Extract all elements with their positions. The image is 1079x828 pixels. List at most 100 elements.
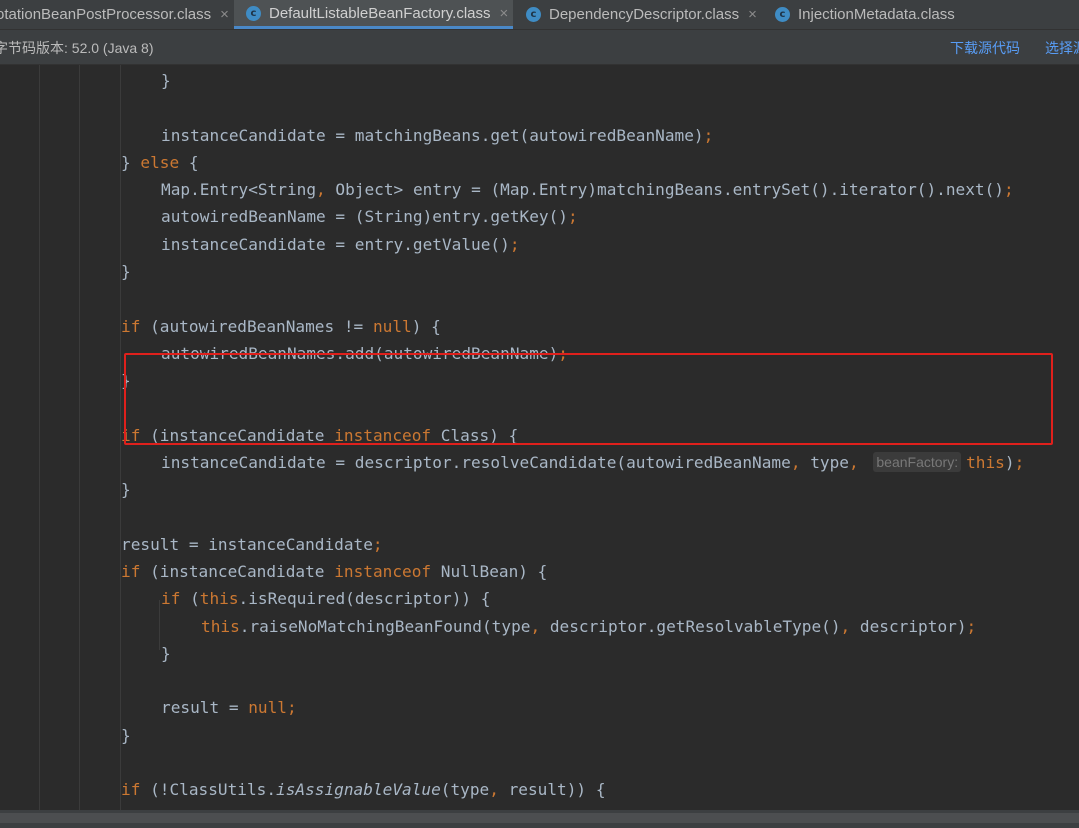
code-token: if bbox=[121, 780, 141, 800]
editor-tab-bar: otationBeanPostProcessor.class × c Defau… bbox=[0, 0, 1079, 30]
indent-guide bbox=[79, 65, 80, 810]
code-token: } bbox=[121, 480, 131, 500]
code-line: autowiredBeanName = (String)entry.getKey… bbox=[161, 203, 578, 230]
code-token: descriptor.getResolvableType() bbox=[540, 616, 841, 636]
code-token: .raiseNoMatchingBeanFound(type bbox=[239, 616, 531, 636]
code-token: ; bbox=[966, 616, 977, 636]
code-token: this bbox=[199, 589, 239, 609]
code-token: type bbox=[800, 452, 849, 472]
code-token: instanceof bbox=[334, 562, 432, 582]
tab-default-listable-bean-factory[interactable]: c DefaultListableBeanFactory.class × bbox=[234, 0, 513, 29]
code-token: , bbox=[530, 616, 541, 636]
code-token: } bbox=[161, 71, 171, 90]
class-file-icon: c bbox=[775, 7, 790, 22]
code-token: null bbox=[372, 316, 412, 336]
code-token: if bbox=[161, 589, 181, 609]
close-icon[interactable]: × bbox=[748, 6, 757, 23]
code-token: autowiredBeanName = (String)entry.getKey… bbox=[161, 207, 568, 227]
code-token: instanceCandidate = matchingBeans.get(au… bbox=[161, 125, 704, 145]
code-token: .isRequired(descriptor)) { bbox=[238, 589, 491, 609]
tab-injection-metadata[interactable]: c InjectionMetadata.class bbox=[765, 0, 986, 29]
code-token: this bbox=[201, 616, 240, 636]
code-token: result = bbox=[161, 698, 249, 718]
close-icon[interactable]: × bbox=[220, 6, 229, 23]
code-token: result)) { bbox=[498, 780, 606, 800]
code-token: (type bbox=[440, 780, 490, 800]
code-line: if (instanceCandidate instanceof NullBea… bbox=[121, 558, 547, 585]
code-token: } bbox=[121, 152, 141, 172]
code-token: else bbox=[140, 152, 180, 172]
scrollbar-thumb[interactable] bbox=[0, 813, 1079, 823]
code-line: instanceCandidate = matchingBeans.get(au… bbox=[161, 122, 713, 149]
code-token: ; bbox=[372, 534, 383, 554]
indent-guide bbox=[159, 600, 160, 650]
code-token: ) bbox=[1004, 452, 1015, 472]
code-token: descriptor) bbox=[850, 616, 967, 636]
tab-label: otationBeanPostProcessor.class bbox=[0, 6, 212, 23]
highlight-annotation-box bbox=[124, 353, 1053, 445]
code-line: result = instanceCandidate; bbox=[121, 531, 383, 558]
code-token: } bbox=[161, 643, 171, 663]
code-token: (!ClassUtils. bbox=[140, 780, 277, 800]
download-sources-link[interactable]: 下载源代码 bbox=[950, 38, 1020, 58]
code-token: , bbox=[790, 452, 801, 472]
horizontal-scrollbar[interactable] bbox=[0, 810, 1079, 828]
class-file-icon: c bbox=[246, 5, 261, 21]
code-token: } bbox=[121, 725, 131, 745]
tab-dependency-descriptor[interactable]: c DependencyDescriptor.class × bbox=[514, 0, 764, 29]
tab-label: InjectionMetadata.class bbox=[798, 6, 955, 23]
code-token: , bbox=[316, 180, 326, 200]
code-token: ; bbox=[1003, 180, 1014, 200]
code-token: , bbox=[840, 616, 851, 636]
code-token: isAssignableValue bbox=[276, 780, 441, 800]
class-file-icon: c bbox=[526, 7, 541, 22]
tab-label: DependencyDescriptor.class bbox=[549, 6, 740, 23]
choose-sources-link[interactable]: 选择源 bbox=[1045, 38, 1079, 58]
code-token: null bbox=[248, 698, 287, 718]
code-line: this.raiseNoMatchingBeanFound(type, desc… bbox=[201, 613, 976, 640]
code-token: ) { bbox=[411, 316, 441, 336]
code-token: ; bbox=[509, 234, 520, 254]
code-token: (autowiredBeanNames != bbox=[140, 316, 373, 336]
indent-guide bbox=[39, 65, 40, 810]
code-line: } bbox=[121, 722, 131, 749]
code-token: instanceCandidate = entry.getValue() bbox=[161, 234, 510, 254]
code-line: if (autowiredBeanNames != null) { bbox=[121, 313, 441, 340]
decompiled-class-info-bar: 字节码版本: 52.0 (Java 8) 下载源代码 选择源 bbox=[0, 30, 1079, 65]
code-token: if bbox=[121, 316, 141, 336]
code-token: ( bbox=[180, 589, 200, 609]
code-line: result = null; bbox=[161, 694, 297, 721]
parameter-hint: beanFactory: bbox=[873, 451, 962, 472]
code-token: , bbox=[489, 780, 499, 800]
code-token: this bbox=[966, 452, 1005, 472]
close-icon[interactable]: × bbox=[500, 5, 509, 22]
code-line: instanceCandidate = descriptor.resolveCa… bbox=[161, 449, 1024, 476]
code-token: ; bbox=[567, 207, 578, 227]
code-line: } bbox=[121, 258, 131, 285]
code-line: Map.Entry<String, Object> entry = (Map.E… bbox=[161, 176, 1014, 203]
code-token: result = instanceCandidate bbox=[121, 534, 373, 554]
code-line: if (this.isRequired(descriptor)) { bbox=[161, 585, 490, 612]
code-token: (instanceCandidate bbox=[140, 562, 335, 582]
code-token: { bbox=[179, 152, 199, 172]
code-token: ; bbox=[286, 698, 297, 718]
code-line: } else { bbox=[121, 149, 199, 176]
code-token: ; bbox=[703, 125, 714, 145]
code-line: } bbox=[161, 67, 171, 94]
code-token: instanceCandidate = descriptor.resolveCa… bbox=[161, 452, 791, 472]
tab-label: DefaultListableBeanFactory.class bbox=[269, 4, 491, 22]
code-token: Object> entry = (Map.Entry)matchingBeans… bbox=[325, 180, 1004, 200]
code-line: } bbox=[121, 476, 131, 503]
code-line: if (!ClassUtils.isAssignableValue(type, … bbox=[121, 776, 606, 803]
code-token: } bbox=[121, 261, 131, 281]
code-line: instanceCandidate = entry.getValue(); bbox=[161, 231, 520, 258]
code-token: , bbox=[848, 452, 859, 472]
code-token: ; bbox=[1014, 452, 1025, 472]
tab-autowired-annotation-bean-post-processor[interactable]: otationBeanPostProcessor.class × bbox=[0, 0, 232, 29]
bytecode-version-label: 字节码版本: 52.0 (Java 8) bbox=[0, 40, 154, 56]
code-token: if bbox=[121, 562, 141, 582]
code-token: Map.Entry<String bbox=[161, 180, 317, 200]
code-token: NullBean) { bbox=[431, 562, 548, 582]
code-line: } bbox=[161, 640, 171, 667]
